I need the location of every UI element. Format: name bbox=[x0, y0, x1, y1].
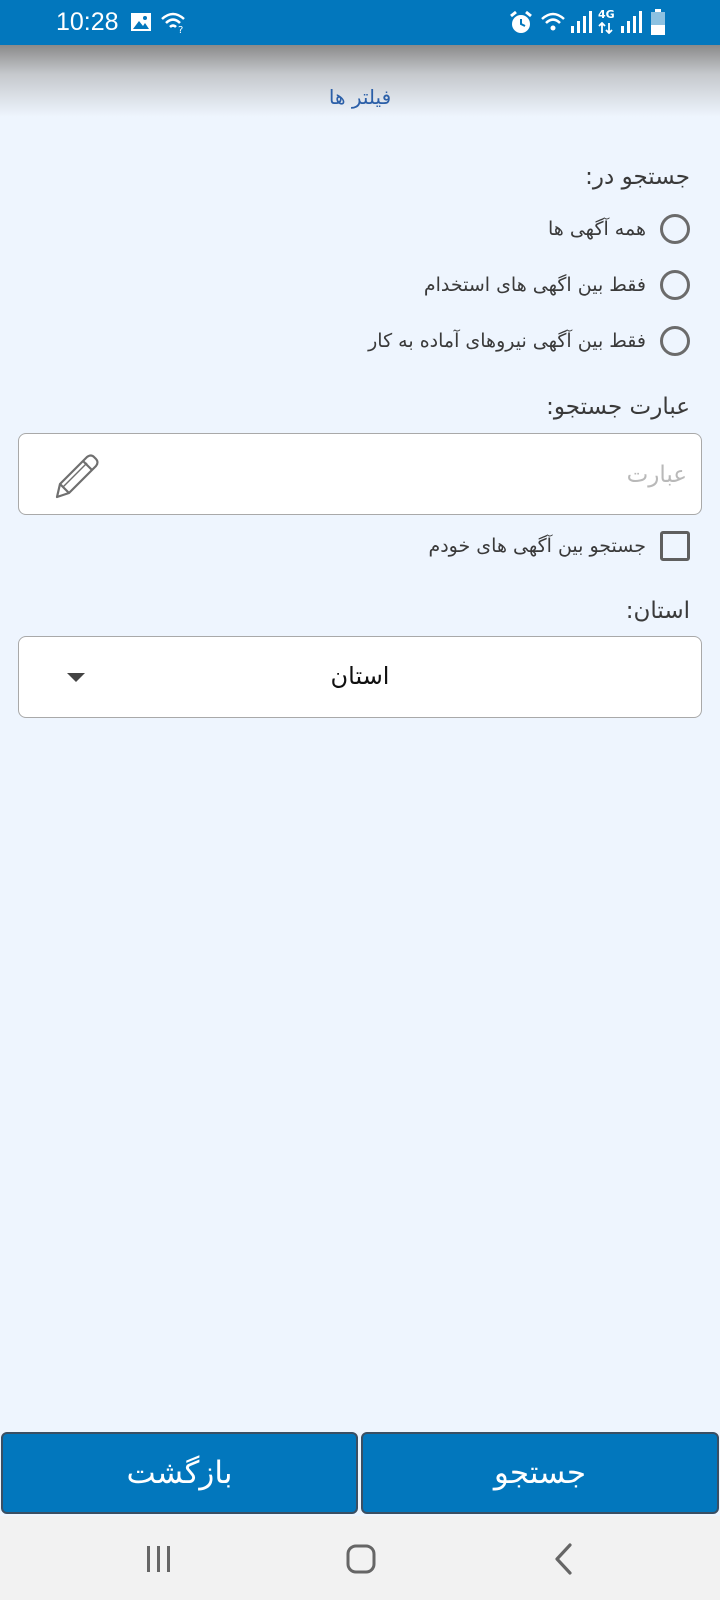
gallery-icon bbox=[131, 13, 151, 31]
signal-icon bbox=[571, 11, 592, 33]
radio-button[interactable] bbox=[660, 270, 690, 300]
back-button[interactable]: بازگشت bbox=[1, 1432, 358, 1514]
wifi-icon bbox=[541, 12, 565, 31]
radio-option-all-ads[interactable]: همه آگهی ها bbox=[548, 207, 690, 251]
signal-icon bbox=[621, 11, 642, 33]
radio-option-employment-ads[interactable]: فقط بین اگهی های استخدام bbox=[424, 263, 690, 307]
radio-label: فقط بین اگهی های استخدام bbox=[423, 274, 646, 296]
radio-label: همه آگهی ها bbox=[548, 218, 646, 240]
status-bar: 10:28 ? 4G bbox=[0, 0, 720, 45]
province-dropdown[interactable]: استان bbox=[18, 636, 702, 718]
home-icon[interactable] bbox=[344, 1542, 378, 1576]
search-phrase-field[interactable] bbox=[18, 433, 702, 516]
svg-text:?: ? bbox=[178, 25, 183, 34]
chevron-down-icon bbox=[67, 673, 85, 682]
data-arrows-icon bbox=[598, 22, 613, 34]
own-ads-checkbox[interactable] bbox=[660, 531, 690, 561]
battery-icon bbox=[651, 9, 665, 35]
search-button[interactable]: جستجو bbox=[361, 1432, 719, 1514]
search-in-label: جستجو در: bbox=[585, 164, 690, 190]
recent-apps-icon[interactable] bbox=[144, 1544, 174, 1574]
own-ads-checkbox-row[interactable]: جستجو بین آگهی های خودم bbox=[428, 524, 690, 568]
network-type-label: 4G bbox=[598, 8, 615, 21]
search-phrase-label: عبارت جستجو: bbox=[546, 394, 690, 420]
page-title: فیلتر ها bbox=[328, 85, 392, 109]
radio-button[interactable] bbox=[660, 214, 690, 244]
radio-option-job-seeker-ads[interactable]: فقط بین آگهی نیروهای آماده به کار bbox=[368, 319, 690, 363]
search-input[interactable] bbox=[109, 434, 689, 516]
wifi-call-icon: ? bbox=[161, 12, 185, 34]
radio-label: فقط بین آگهی نیروهای آماده به کار bbox=[368, 330, 646, 352]
system-navigation-bar bbox=[0, 1516, 720, 1600]
pencil-icon bbox=[55, 454, 99, 499]
own-ads-checkbox-label: جستجو بین آگهی های خودم bbox=[428, 535, 646, 557]
back-nav-icon[interactable] bbox=[550, 1542, 578, 1576]
alarm-icon bbox=[510, 10, 532, 33]
province-selected-value: استان bbox=[330, 662, 390, 690]
status-time: 10:28 bbox=[56, 8, 119, 36]
province-label: استان: bbox=[625, 598, 690, 624]
radio-button[interactable] bbox=[660, 326, 690, 356]
